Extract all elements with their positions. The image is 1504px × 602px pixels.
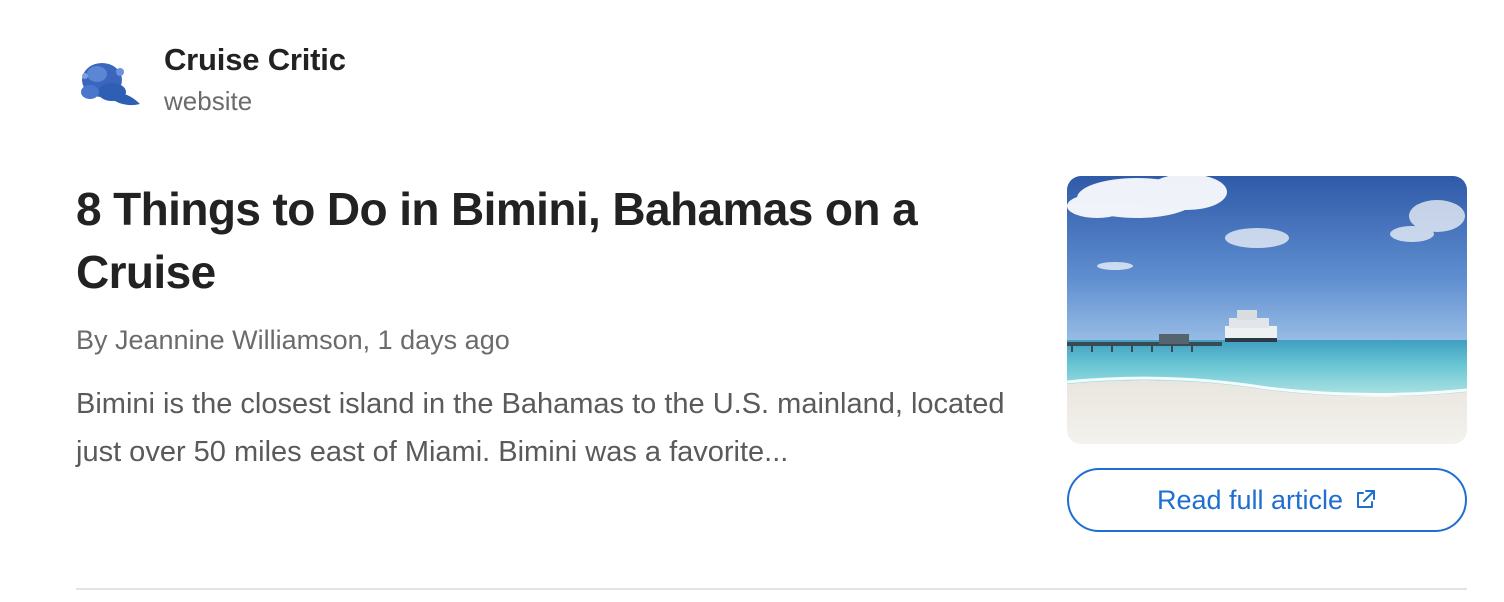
article-thumbnail[interactable] xyxy=(1067,176,1467,444)
article-summary: Bimini is the closest island in the Baha… xyxy=(76,388,1005,468)
source-logo-icon[interactable] xyxy=(76,50,144,118)
source-type: website xyxy=(164,86,253,116)
source-name[interactable]: Cruise Critic xyxy=(164,40,346,80)
external-link-icon xyxy=(1353,488,1377,512)
beach-photo-illustration xyxy=(1067,176,1467,444)
read-full-article-label: Read full article xyxy=(1156,484,1344,515)
read-full-article-button[interactable]: Read full article xyxy=(1067,468,1467,532)
source-header: Cruise Critic website xyxy=(76,40,346,118)
divider xyxy=(76,588,1467,590)
article-byline: By Jeannine Williamson, 1 days ago xyxy=(76,325,510,355)
article-title[interactable]: 8 Things to Do in Bimini, Bahamas on a C… xyxy=(76,178,996,304)
